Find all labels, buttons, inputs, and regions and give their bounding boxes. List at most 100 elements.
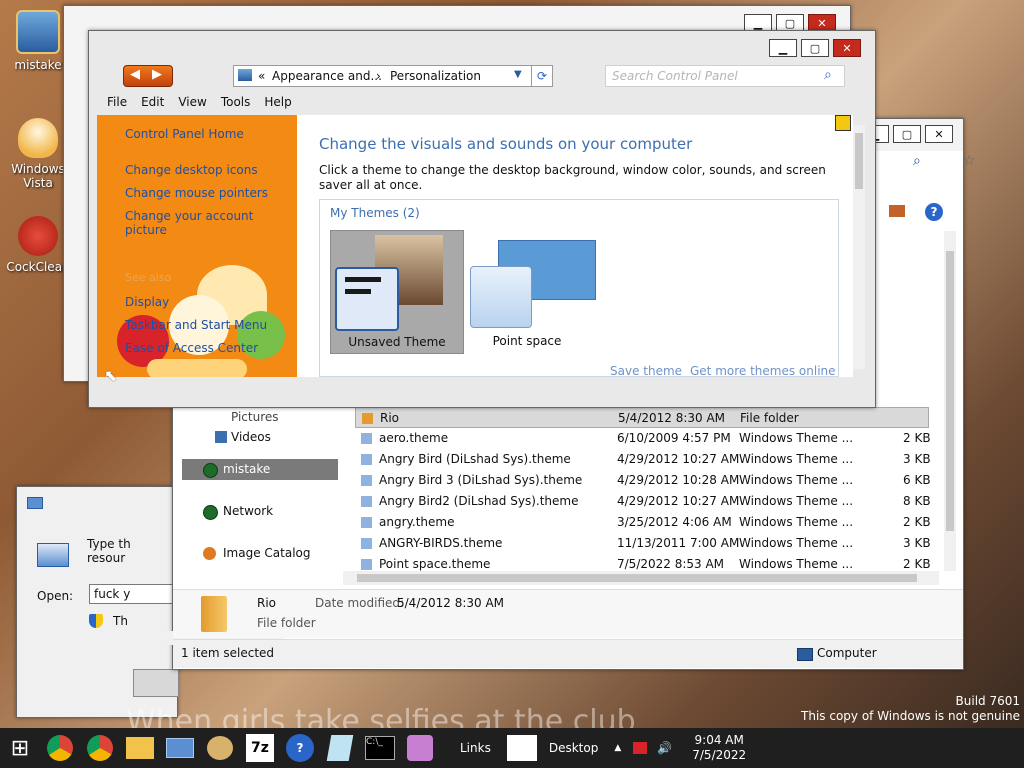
sidebar-link-mouse-pointers[interactable]: Change mouse pointers — [125, 186, 268, 200]
search-icon[interactable]: ⌕ — [824, 67, 832, 83]
taskbar-personalize[interactable] — [400, 730, 440, 766]
run-description: Type th resour — [87, 537, 131, 565]
layout-icon[interactable] — [889, 205, 905, 217]
egg-icon — [18, 118, 58, 158]
nav-item-network[interactable]: Network — [223, 501, 273, 522]
main-content: Change the visuals and sounds on your co… — [297, 115, 853, 378]
menu-help[interactable]: Help — [264, 95, 291, 113]
file-row[interactable]: aero.theme 6/10/2009 4:57 PM Windows Theme… — [355, 428, 931, 449]
help-icon[interactable]: ? — [925, 203, 943, 221]
menu-bar: File Edit View Tools Help — [107, 95, 306, 113]
image-catalog-icon — [203, 547, 216, 560]
details-date-value: 5/4/2012 8:30 AM — [397, 596, 505, 610]
clock-date: 7/5/2022 — [692, 748, 747, 762]
taskbar-chrome[interactable] — [40, 730, 80, 766]
run-button[interactable] — [133, 669, 179, 697]
close-button[interactable]: ✕ — [925, 125, 953, 143]
menu-view[interactable]: View — [178, 95, 206, 113]
seven-zip-icon: 7z — [246, 734, 274, 762]
file-list: Rio 5/4/2012 8:30 AM File folder aero.theme… — [355, 407, 931, 575]
volume-icon[interactable]: 🔊 — [657, 741, 672, 755]
genuine-watermark: Build 7601 This copy of Windows is not g… — [780, 694, 1020, 724]
taskbar-run[interactable] — [160, 730, 200, 766]
taskbar-7zip[interactable]: 7z — [240, 730, 280, 766]
breadcrumb-separator: › — [376, 69, 381, 83]
minimize-button[interactable]: ▁ — [769, 39, 797, 57]
horizontal-scrollbar[interactable] — [343, 571, 939, 585]
file-date: 3/25/2012 4:06 AM — [617, 515, 732, 529]
get-more-themes-link[interactable]: Get more themes online — [690, 364, 836, 378]
vertical-scrollbar[interactable] — [944, 231, 956, 571]
scrollbar-thumb[interactable] — [946, 251, 954, 531]
search-icon[interactable]: ⌕ — [913, 153, 921, 169]
mouse-pointer-icon: ⬉ — [104, 366, 118, 385]
address-bar[interactable]: « Appearance and... › Personalization ▼ — [233, 65, 551, 87]
sidebar-link-ease-of-access[interactable]: Ease of Access Center — [125, 341, 258, 355]
search-box[interactable]: Search Control Panel ⌕ — [605, 65, 845, 87]
file-row[interactable]: Angry Bird2 (DiLshad Sys).theme 4/29/2012… — [355, 491, 931, 512]
file-size: 6 KB — [903, 473, 931, 487]
save-theme-link[interactable]: Save theme — [610, 364, 682, 378]
sidebar-link-display[interactable]: Display — [125, 295, 169, 309]
sidebar-link-taskbar[interactable]: Taskbar and Start Menu — [125, 318, 267, 332]
theme-unsaved[interactable]: Unsaved Theme — [330, 230, 464, 354]
breadcrumb-personalization[interactable]: Personalization — [390, 69, 481, 83]
taskbar-help[interactable]: ? — [280, 730, 320, 766]
action-center-icon[interactable] — [633, 742, 648, 754]
taskbar: ⊞ 7z ? C:\_ Links Desktop ▲ 🔊 9:04 AM 7/… — [0, 728, 1024, 768]
personalization-window: ▁ ▢ ✕ ◀ ▶ « Appearance and... › Personal… — [88, 30, 876, 408]
links-toolbar[interactable]: Links — [460, 741, 491, 755]
theme-file-icon — [361, 433, 372, 444]
taskbar-notes[interactable] — [320, 730, 360, 766]
sidebar-link-account-picture[interactable]: Change your account picture — [125, 209, 297, 237]
nav-item-pictures[interactable]: Pictures — [231, 407, 279, 428]
theme-window-thumbnail — [335, 267, 399, 331]
vertical-scrollbar[interactable] — [853, 125, 865, 369]
show-hidden-icons[interactable]: ▲ — [614, 743, 621, 753]
file-row[interactable]: ANGRY-BIRDS.theme 11/13/2011 7:00 AM Windo… — [355, 533, 931, 554]
taskbar-chrome-2[interactable] — [80, 730, 120, 766]
help-icon[interactable] — [835, 115, 851, 131]
scrollbar-thumb[interactable] — [357, 574, 917, 582]
taskbar-paint[interactable] — [200, 730, 240, 766]
file-type: File folder — [740, 411, 799, 425]
run-icon — [166, 738, 194, 758]
menu-file[interactable]: File — [107, 95, 127, 113]
theme-file-icon — [361, 496, 372, 507]
file-date: 4/29/2012 10:27 AM — [617, 452, 740, 466]
menu-edit[interactable]: Edit — [141, 95, 164, 113]
chevron-down-icon[interactable]: ▼ — [514, 69, 522, 80]
start-button[interactable]: ⊞ — [0, 730, 40, 766]
status-location: Computer — [817, 646, 877, 660]
file-row[interactable]: angry.theme 3/25/2012 4:06 AM Windows Them… — [355, 512, 931, 533]
notepad-icon[interactable] — [506, 735, 537, 761]
sidebar-link-desktop-icons[interactable]: Change desktop icons — [125, 163, 258, 177]
file-row[interactable]: Angry Bird 3 (DiLshad Sys).theme 4/29/201… — [355, 470, 931, 491]
breadcrumb-appearance[interactable]: Appearance and... — [272, 69, 382, 83]
back-forward-buttons[interactable]: ◀ ▶ — [123, 65, 173, 87]
computer-icon — [797, 648, 813, 661]
taskbar-explorer[interactable] — [120, 730, 160, 766]
desktop-toolbar[interactable]: Desktop — [549, 741, 599, 755]
menu-tools[interactable]: Tools — [221, 95, 251, 113]
file-name: Angry Bird 3 (DiLshad Sys).theme — [379, 473, 583, 487]
clock[interactable]: 9:04 AM 7/5/2022 — [684, 733, 754, 763]
nav-item-image-catalog[interactable]: Image Catalog — [223, 543, 310, 564]
nav-item-mistake[interactable]: mistake — [223, 459, 270, 480]
open-input[interactable]: fuck y — [89, 584, 177, 604]
star-icon[interactable]: ☆ — [963, 153, 976, 169]
sidebar-link-control-panel-home[interactable]: Control Panel Home — [125, 127, 244, 141]
close-button[interactable]: ✕ — [833, 39, 861, 57]
desktop-icon-label: CockClean — [6, 260, 70, 274]
maximize-button[interactable]: ▢ — [893, 125, 921, 143]
scrollbar-thumb[interactable] — [855, 133, 863, 189]
refresh-icon[interactable]: ⟳ — [531, 65, 553, 87]
maximize-button[interactable]: ▢ — [801, 39, 829, 57]
file-row[interactable]: Rio 5/4/2012 8:30 AM File folder — [355, 407, 929, 428]
nav-item-videos[interactable]: Videos — [231, 427, 271, 448]
file-row[interactable]: Angry Bird (DiLshad Sys).theme 4/29/2012 … — [355, 449, 931, 470]
theme-point-space[interactable]: Point space — [460, 230, 596, 354]
forward-arrow-icon[interactable]: ▶ — [152, 67, 162, 82]
back-arrow-icon[interactable]: ◀ — [130, 67, 140, 82]
taskbar-cmd[interactable]: C:\_ — [360, 730, 400, 766]
